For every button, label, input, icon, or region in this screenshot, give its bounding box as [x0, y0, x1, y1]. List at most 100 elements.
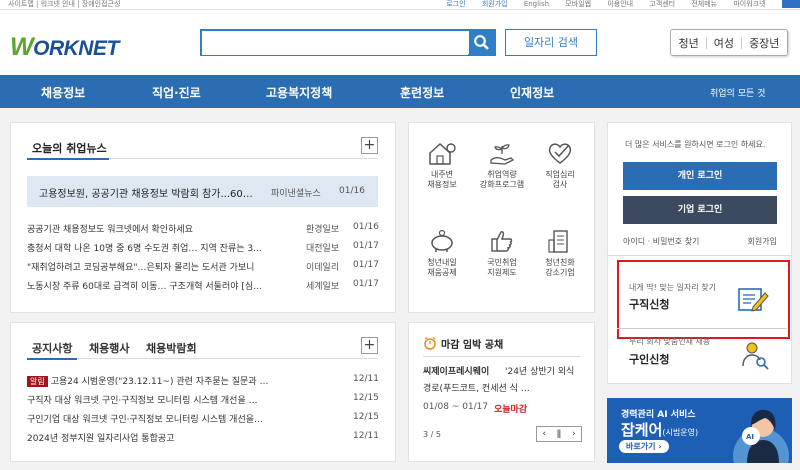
- news-item[interactable]: 공공기관 채용정보도 워크넷에서 확인하세요 환경일보 01/16: [27, 222, 379, 235]
- worknet-logo[interactable]: WORKNET: [10, 33, 119, 62]
- news-item-title: 공공기관 채용정보도 워크넷에서 확인하세요: [27, 225, 193, 235]
- age-group-tabs: 청년 여성 중장년: [670, 29, 788, 56]
- tab-women[interactable]: 여성: [714, 35, 734, 51]
- tab-notice[interactable]: 공지사항: [32, 340, 72, 356]
- news-item-source: 이데일리: [306, 263, 340, 273]
- pause-button[interactable]: ǁ: [557, 429, 561, 439]
- deadline-today-tag: 오늘마감: [494, 405, 528, 415]
- divider: [741, 36, 743, 49]
- banner-person-illustration: AI: [733, 409, 789, 463]
- deadline-desc-1[interactable]: '24년 상반기 외식: [505, 364, 574, 377]
- heart-check-icon: [548, 143, 572, 164]
- service-label-1: 직업심리: [545, 170, 575, 179]
- login-message: 더 많은 서비스를 원하시면 로그인 하세요.: [625, 140, 766, 149]
- utility-links-left[interactable]: 사이트맵 | 워크넷 안내 | 장애인접근성: [8, 0, 120, 9]
- news-more-button[interactable]: +: [361, 137, 378, 154]
- notice-item-title: 고용24 시범운영("23.12.11~) 관련 자주묻는 질문과 …: [50, 377, 269, 387]
- tab-youth[interactable]: 청년: [679, 35, 699, 51]
- personal-login-button[interactable]: 개인 로그인: [623, 162, 777, 190]
- news-item-source: 세계일보: [306, 282, 340, 292]
- svg-text:AI: AI: [746, 433, 754, 441]
- service-label-2: 강화프로그램: [479, 180, 525, 189]
- tab-middle-aged[interactable]: 중장년: [749, 35, 779, 51]
- main-nav: 채용정보 직업·진로 고용복지정책 훈련정보 인재정보 취업의 모든 것: [0, 75, 800, 108]
- banner-go-button[interactable]: 바로가기 ›: [619, 440, 669, 453]
- service-label-1: 청년친화: [545, 258, 575, 267]
- notice-item[interactable]: 구직자 대상 워크넷 구인·구직정보 모니터링 시스템 개선을 … 12/15: [27, 393, 379, 406]
- nav-career[interactable]: 직업·진로: [152, 84, 201, 101]
- deadline-company[interactable]: 씨제이프레시웨이: [423, 364, 489, 377]
- service-label-1: 취업역량: [487, 170, 517, 179]
- notice-item-date: 12/11: [353, 431, 379, 441]
- news-item-title: "재취업하려고 코딩공부해요"…은퇴자 몰리는 도서관 가보니: [27, 263, 255, 273]
- tab-recruit-event[interactable]: 채용행사: [89, 340, 129, 356]
- service-label-1: 내주변: [430, 170, 454, 179]
- notice-item-date: 12/11: [353, 374, 379, 384]
- signup-link[interactable]: 회원가입: [748, 236, 777, 247]
- thumbs-up-icon: [491, 231, 513, 252]
- hand-sprout-icon: [490, 144, 515, 165]
- divider: [705, 36, 707, 49]
- notice-item[interactable]: 2024년 정부지원 일자리사업 통합공고 12/11: [27, 431, 379, 444]
- job-search-button[interactable]: 일자리 검색: [505, 29, 597, 56]
- service-label-2: 채용정보: [427, 180, 457, 189]
- service-label-1: 국민취업: [487, 258, 517, 267]
- news-title-underline: [27, 158, 109, 160]
- service-psych-test[interactable]: 직업심리 검사: [530, 140, 590, 190]
- all-menu-link[interactable]: 전체메뉴: [691, 0, 717, 8]
- service-label-2: 검사: [552, 180, 568, 189]
- news-highlight[interactable]: 고용정보원, 공공기관 채용정보 박람회 참가...60… 파이낸셜뉴스 01/…: [27, 176, 378, 207]
- nav-training[interactable]: 훈련정보: [400, 84, 444, 101]
- news-item-title: 노동시장 주류 60대로 급격히 이동… 구조개혁 서둘러야 [심…: [27, 282, 263, 292]
- news-title[interactable]: 오늘의 취업뉴스: [32, 140, 107, 156]
- search-input[interactable]: [202, 31, 468, 55]
- plus-icon: +: [363, 137, 376, 153]
- nav-job-info[interactable]: 채용정보: [41, 84, 85, 101]
- notice-item-title: 2024년 정부지원 일자리사업 통합공고: [27, 434, 175, 444]
- nav-employment-welfare[interactable]: 고용복지정책: [266, 84, 332, 101]
- find-id-password-link[interactable]: 아이디 · 비밀번호 찾기: [623, 237, 699, 246]
- my-worknet-link[interactable]: 마이워크넷: [733, 0, 765, 8]
- recruit-subtitle[interactable]: 우리 회사 맞춤인재 채용: [629, 336, 710, 347]
- deadline-desc-2[interactable]: 경로(푸드코트, 컨세션 식 …: [423, 381, 530, 394]
- login-link[interactable]: 로그인: [446, 0, 465, 8]
- mobile-web-link[interactable]: 모바일웹: [565, 0, 591, 8]
- recruit-title[interactable]: 구인신청: [629, 351, 669, 367]
- divider: [109, 158, 378, 159]
- business-button[interactable]: [781, 0, 800, 8]
- plus-icon: +: [363, 337, 376, 353]
- guide-link[interactable]: 이용안내: [607, 0, 633, 8]
- news-item-source: 대전일보: [306, 244, 340, 254]
- notice-more-button[interactable]: +: [361, 337, 378, 354]
- company-login-button[interactable]: 기업 로그인: [623, 196, 777, 224]
- deadline-pager: ‹ ǁ ›: [536, 426, 582, 442]
- service-capacity-program[interactable]: 취업역량 강화프로그램: [472, 140, 532, 190]
- notice-item[interactable]: 구인기업 대상 워크넷 구인·구직정보 모니터링 시스템 개선을… 12/15: [27, 412, 379, 425]
- tab-job-fair[interactable]: 채용박람회: [146, 340, 197, 356]
- notice-item-title: 구직자 대상 워크넷 구인·구직정보 모니터링 시스템 개선을 …: [27, 396, 258, 406]
- service-youth-friendly[interactable]: 청년친화 강소기업: [530, 228, 590, 278]
- nav-talent[interactable]: 인재정보: [510, 84, 554, 101]
- service-nearby-jobs[interactable]: 내주변 채용정보: [412, 140, 472, 190]
- customer-center-link[interactable]: 고객센터: [649, 0, 675, 8]
- notice-item-date: 12/15: [353, 412, 379, 422]
- notice-item[interactable]: 알림 고용24 시범운영("23.12.11~) 관련 자주묻는 질문과 … 12/…: [27, 374, 379, 387]
- prev-button[interactable]: ‹: [542, 429, 546, 439]
- building-icon: [548, 230, 568, 253]
- join-link[interactable]: 회원가입: [482, 0, 508, 8]
- service-national-employment[interactable]: 국민취업 지원제도: [472, 228, 532, 278]
- house-pin-icon: [429, 142, 456, 165]
- alarm-clock-icon: [424, 336, 436, 350]
- nav-all-employment[interactable]: 취업의 모든 것: [710, 86, 765, 99]
- service-youth-savings[interactable]: 청년내일 채움공제: [412, 228, 472, 278]
- jobcare-banner[interactable]: 경력관리 AI 서비스 잡케어(시범운영) 바로가기 › AI: [607, 398, 792, 463]
- next-button[interactable]: ›: [572, 429, 576, 439]
- english-link[interactable]: English: [524, 0, 549, 8]
- news-item[interactable]: 충청서 대학 나온 10명 중 6명 수도권 취업… 지역 잔류는 3… 대전일보…: [27, 241, 379, 254]
- utility-bar: 사이트맵 | 워크넷 안내 | 장애인접근성 로그인 회원가입 English …: [0, 0, 800, 10]
- news-item[interactable]: 노동시장 주류 60대로 급격히 이동… 구조개혁 서둘러야 [심… 세계일보 01…: [27, 279, 379, 292]
- news-item-date: 01/17: [353, 279, 379, 289]
- deadline-page-indicator: 3 / 5: [423, 430, 441, 439]
- search-button[interactable]: [469, 31, 494, 54]
- news-item[interactable]: "재취업하려고 코딩공부해요"…은퇴자 몰리는 도서관 가보니 이데일리 01/17: [27, 260, 379, 273]
